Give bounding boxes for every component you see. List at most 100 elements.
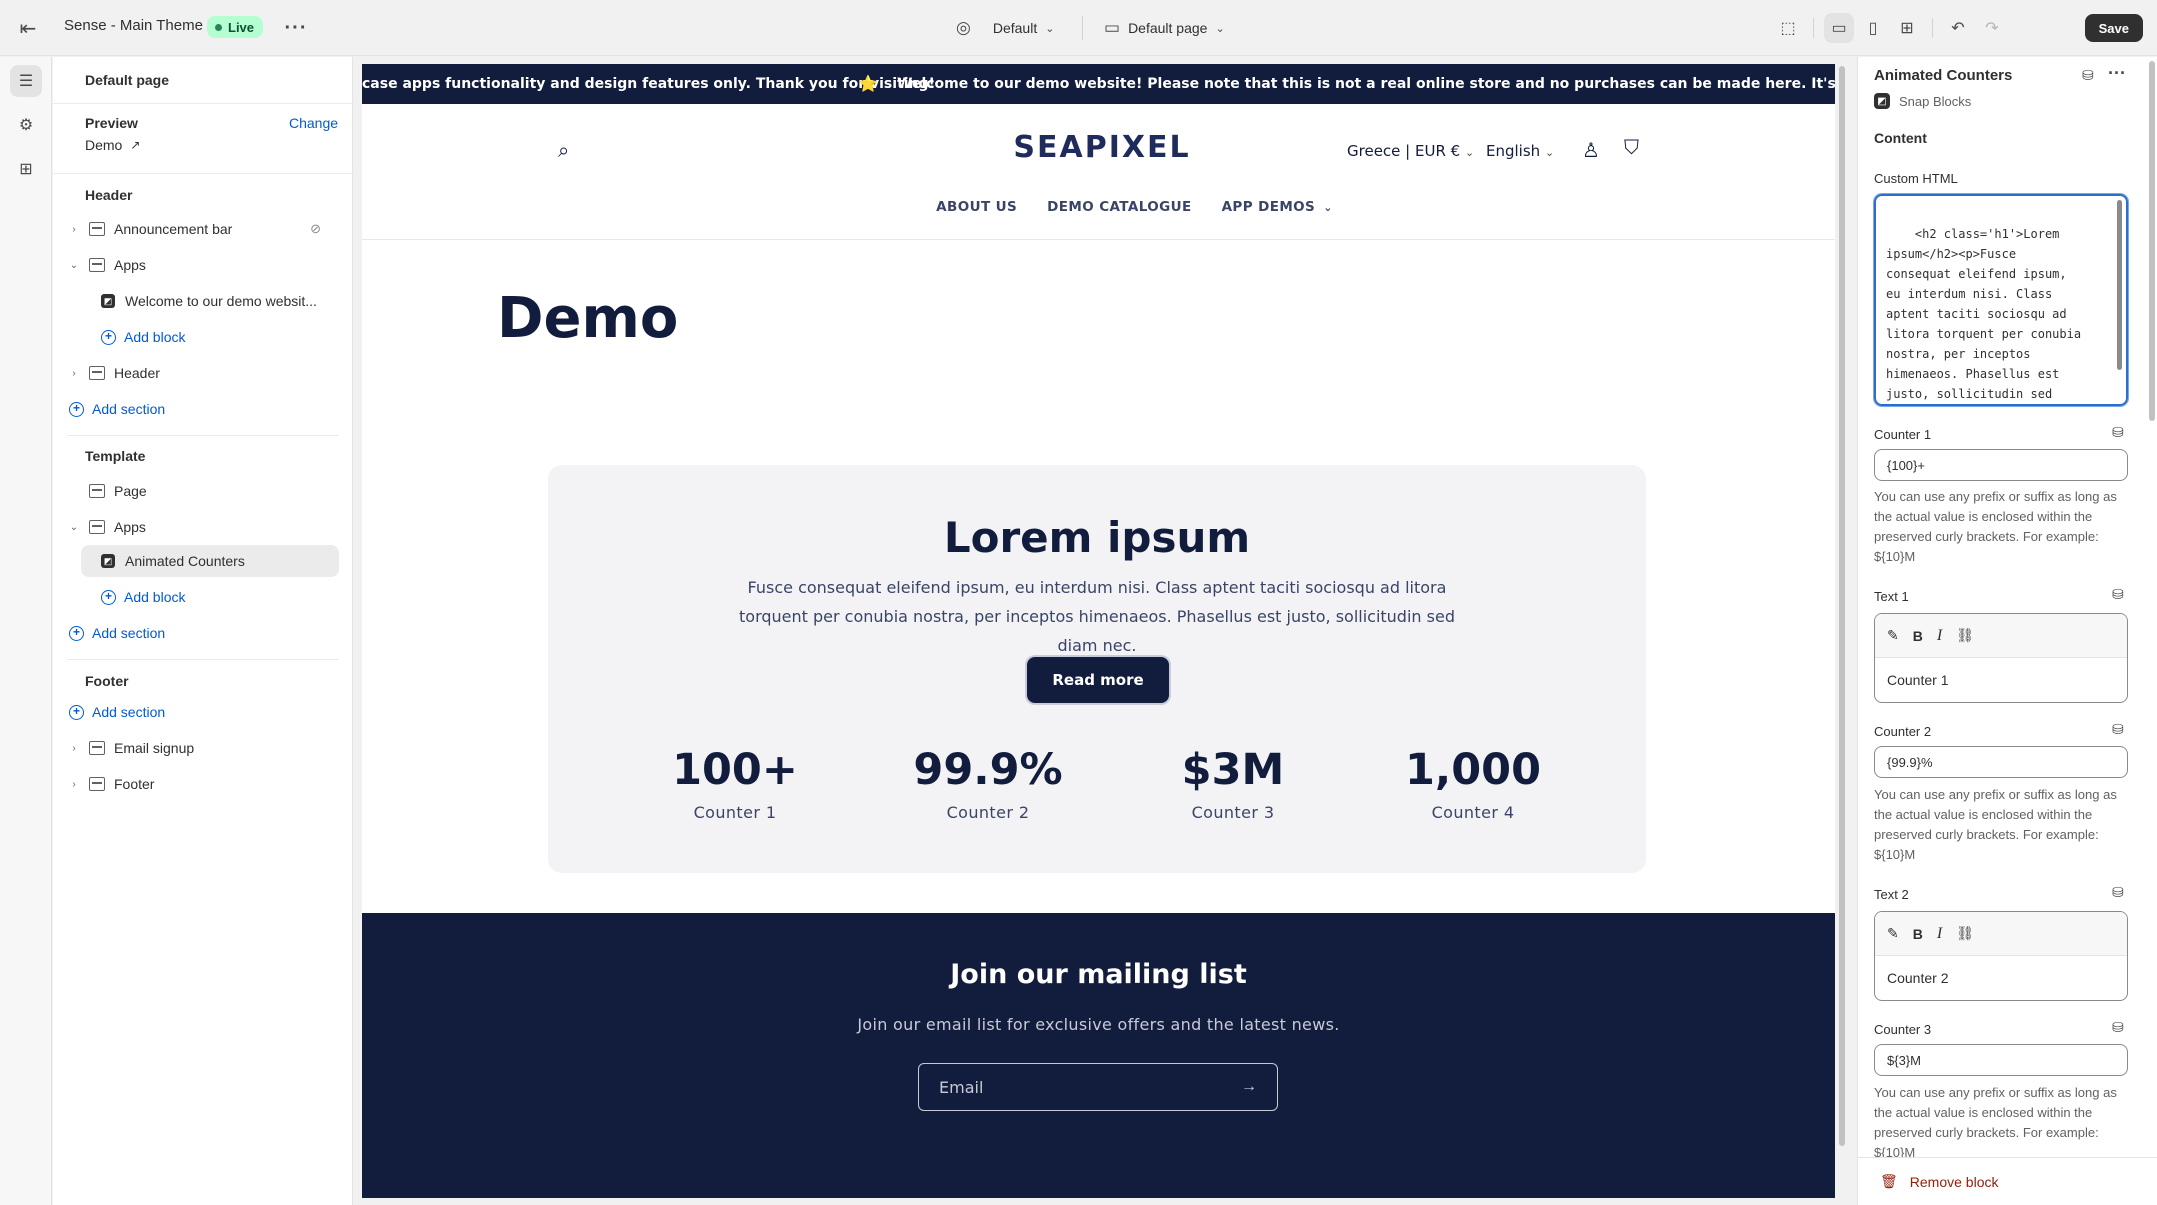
more-icon[interactable]: ··· <box>2108 63 2126 84</box>
language-selector[interactable]: English ⌄ <box>1486 142 1554 160</box>
page-select[interactable]: ▭ Default page ⌄ <box>1104 14 1225 42</box>
nav-demo-catalogue[interactable]: DEMO CATALOGUE <box>1047 199 1191 215</box>
database-icon[interactable]: ⛁ <box>2112 721 2124 738</box>
account-icon[interactable]: ♙ <box>1582 138 1600 163</box>
add-block-button[interactable]: + Add block <box>67 321 339 353</box>
chevron-down-icon: ⌄ <box>1215 22 1225 35</box>
bold-icon[interactable]: B <box>1913 628 1923 644</box>
text-2-editor[interactable]: ✎ B I ⛓ Counter 2 <box>1874 911 2128 1001</box>
divider <box>1932 18 1933 38</box>
text-1-editor[interactable]: ✎ B I ⛓ Counter 1 <box>1874 613 2128 703</box>
add-section-label: Add section <box>92 401 166 417</box>
section-icon <box>89 520 105 534</box>
remove-block-button[interactable]: 🗑 Remove block <box>1858 1157 2157 1205</box>
database-icon[interactable]: ⛁ <box>2082 67 2094 84</box>
add-section-button[interactable]: + Add section <box>67 696 339 728</box>
chevron-right-icon[interactable]: › <box>67 779 81 790</box>
store-logo[interactable]: SEAPIXEL <box>1002 130 1202 165</box>
divider <box>67 435 339 436</box>
divider <box>53 173 353 174</box>
read-more-button[interactable]: Read more <box>1027 657 1169 703</box>
chevron-right-icon[interactable]: › <box>67 368 81 379</box>
nav-about-us[interactable]: ABOUT US <box>936 199 1017 215</box>
sidebar-item-announcement-bar[interactable]: › Announcement bar ⊘ <box>67 213 339 245</box>
custom-html-textarea[interactable]: <h2 class='h1'>Lorem ipsum</h2><p>Fusce … <box>1874 194 2128 406</box>
scrollbar-thumb[interactable] <box>2149 61 2155 421</box>
arrow-right-icon[interactable]: → <box>1241 1078 1257 1096</box>
italic-icon[interactable]: I <box>1937 925 1942 943</box>
theme-select[interactable]: ◎ Default ⌄ <box>956 14 1054 42</box>
settings-scrollbar[interactable] <box>2149 61 2155 1151</box>
counter-1-input[interactable]: {100}+ <box>1874 449 2128 481</box>
exit-icon[interactable]: ⇤ <box>14 14 42 42</box>
database-icon[interactable]: ⛁ <box>2112 424 2124 441</box>
counter-item: 100+ Counter 1 <box>615 745 855 822</box>
chevron-down-icon[interactable]: ⌄ <box>67 522 81 533</box>
magic-icon[interactable]: ✎ <box>1887 925 1899 942</box>
sidebar-item-footer[interactable]: › Footer <box>67 768 339 800</box>
database-icon[interactable]: ⛁ <box>2112 884 2124 901</box>
magic-icon[interactable]: ✎ <box>1887 627 1899 644</box>
settings-icon[interactable]: ⚙ <box>10 109 42 141</box>
counter-3-input[interactable]: ${3}M <box>1874 1044 2128 1076</box>
add-block-button[interactable]: + Add block <box>67 581 339 613</box>
sidebar-item-header[interactable]: › Header <box>67 357 339 389</box>
country-label: Greece | EUR € <box>1347 142 1461 160</box>
scrollbar-thumb[interactable] <box>1839 66 1845 1146</box>
redo-icon[interactable]: ↷ <box>1977 13 2007 43</box>
apps-icon[interactable]: ⊞ <box>10 153 42 185</box>
nav-app-demos[interactable]: APP DEMOS ⌄ <box>1222 199 1333 215</box>
sidebar-item-label: Apps <box>114 257 146 273</box>
preview-change-link[interactable]: Change <box>289 115 338 131</box>
counter-help-text: You can use any prefix or suffix as long… <box>1874 787 2117 862</box>
external-link-icon: ↗ <box>130 138 141 152</box>
theme-name: Sense - Main Theme <box>64 17 203 34</box>
email-field[interactable]: Email → <box>918 1063 1278 1111</box>
add-section-button[interactable]: + Add section <box>67 393 339 425</box>
textarea-scrollbar[interactable] <box>2117 200 2122 370</box>
cart-icon[interactable]: ⛉ <box>1624 137 1639 160</box>
database-icon[interactable]: ⛁ <box>2112 586 2124 603</box>
chevron-right-icon[interactable]: › <box>67 743 81 754</box>
bold-icon[interactable]: B <box>1913 926 1923 942</box>
chevron-right-icon[interactable]: › <box>67 224 81 235</box>
sidebar-item-template-apps[interactable]: ⌄ Apps <box>67 511 339 543</box>
text-1-value[interactable]: Counter 1 <box>1875 658 2127 702</box>
desktop-icon[interactable]: ▭ <box>1824 13 1854 43</box>
rte-toolbar: ✎ B I ⛓ <box>1875 912 2127 956</box>
link-icon[interactable]: ⛓ <box>1956 627 1974 644</box>
link-icon[interactable]: ⛓ <box>1956 925 1974 942</box>
counter-value: 99.9% <box>913 745 1063 795</box>
sidebar-item-page[interactable]: › Page <box>67 475 339 507</box>
add-section-button[interactable]: + Add section <box>67 617 339 649</box>
animated-counters-block[interactable]: Lorem ipsum Fusce consequat eleifend ips… <box>548 465 1646 873</box>
sections-icon[interactable]: ☰ <box>10 65 42 97</box>
save-button[interactable]: Save <box>2084 14 2143 42</box>
preview-value[interactable]: Demo ↗ <box>85 137 140 153</box>
custom-html-label: Custom HTML <box>1874 171 1958 186</box>
announcement-bar[interactable]: case apps functionality and design featu… <box>362 64 1835 104</box>
sidebar-item-animated-counters[interactable]: ◩ Animated Counters <box>81 545 339 577</box>
fullscreen-icon[interactable]: ⊞ <box>1892 13 1922 43</box>
inspector-icon[interactable]: ⬚ <box>1773 13 1803 43</box>
country-selector[interactable]: Greece | EUR € ⌄ <box>1347 142 1474 160</box>
page-select-label: Default page <box>1128 20 1208 36</box>
more-icon[interactable]: ··· <box>282 14 310 42</box>
mobile-icon[interactable]: ▯ <box>1858 13 1888 43</box>
search-icon[interactable]: ⌕ <box>558 140 569 163</box>
chevron-down-icon: ⌄ <box>1323 200 1333 214</box>
text-1-label: Text 1 <box>1874 589 1909 604</box>
sidebar-item-welcome-block[interactable]: ◩ Welcome to our demo websit... <box>67 285 339 317</box>
chevron-down-icon[interactable]: ⌄ <box>67 260 81 271</box>
text-2-value[interactable]: Counter 2 <box>1875 956 2127 1000</box>
sidebar-item-apps[interactable]: ⌄ Apps <box>67 249 339 281</box>
sidebar-item-email-signup[interactable]: › Email signup <box>67 732 339 764</box>
database-icon[interactable]: ⛁ <box>2112 1019 2124 1036</box>
sections-sidebar: Default page Preview Change Demo ↗ Heade… <box>53 57 353 1205</box>
trash-icon: 🗑 <box>1880 1173 1898 1189</box>
counter-2-input[interactable]: {99.9}% <box>1874 746 2128 778</box>
eye-hidden-icon[interactable]: ⊘ <box>310 221 321 237</box>
italic-icon[interactable]: I <box>1937 627 1942 645</box>
preview-scrollbar[interactable] <box>1837 64 1847 1198</box>
undo-icon[interactable]: ↶ <box>1943 13 1973 43</box>
